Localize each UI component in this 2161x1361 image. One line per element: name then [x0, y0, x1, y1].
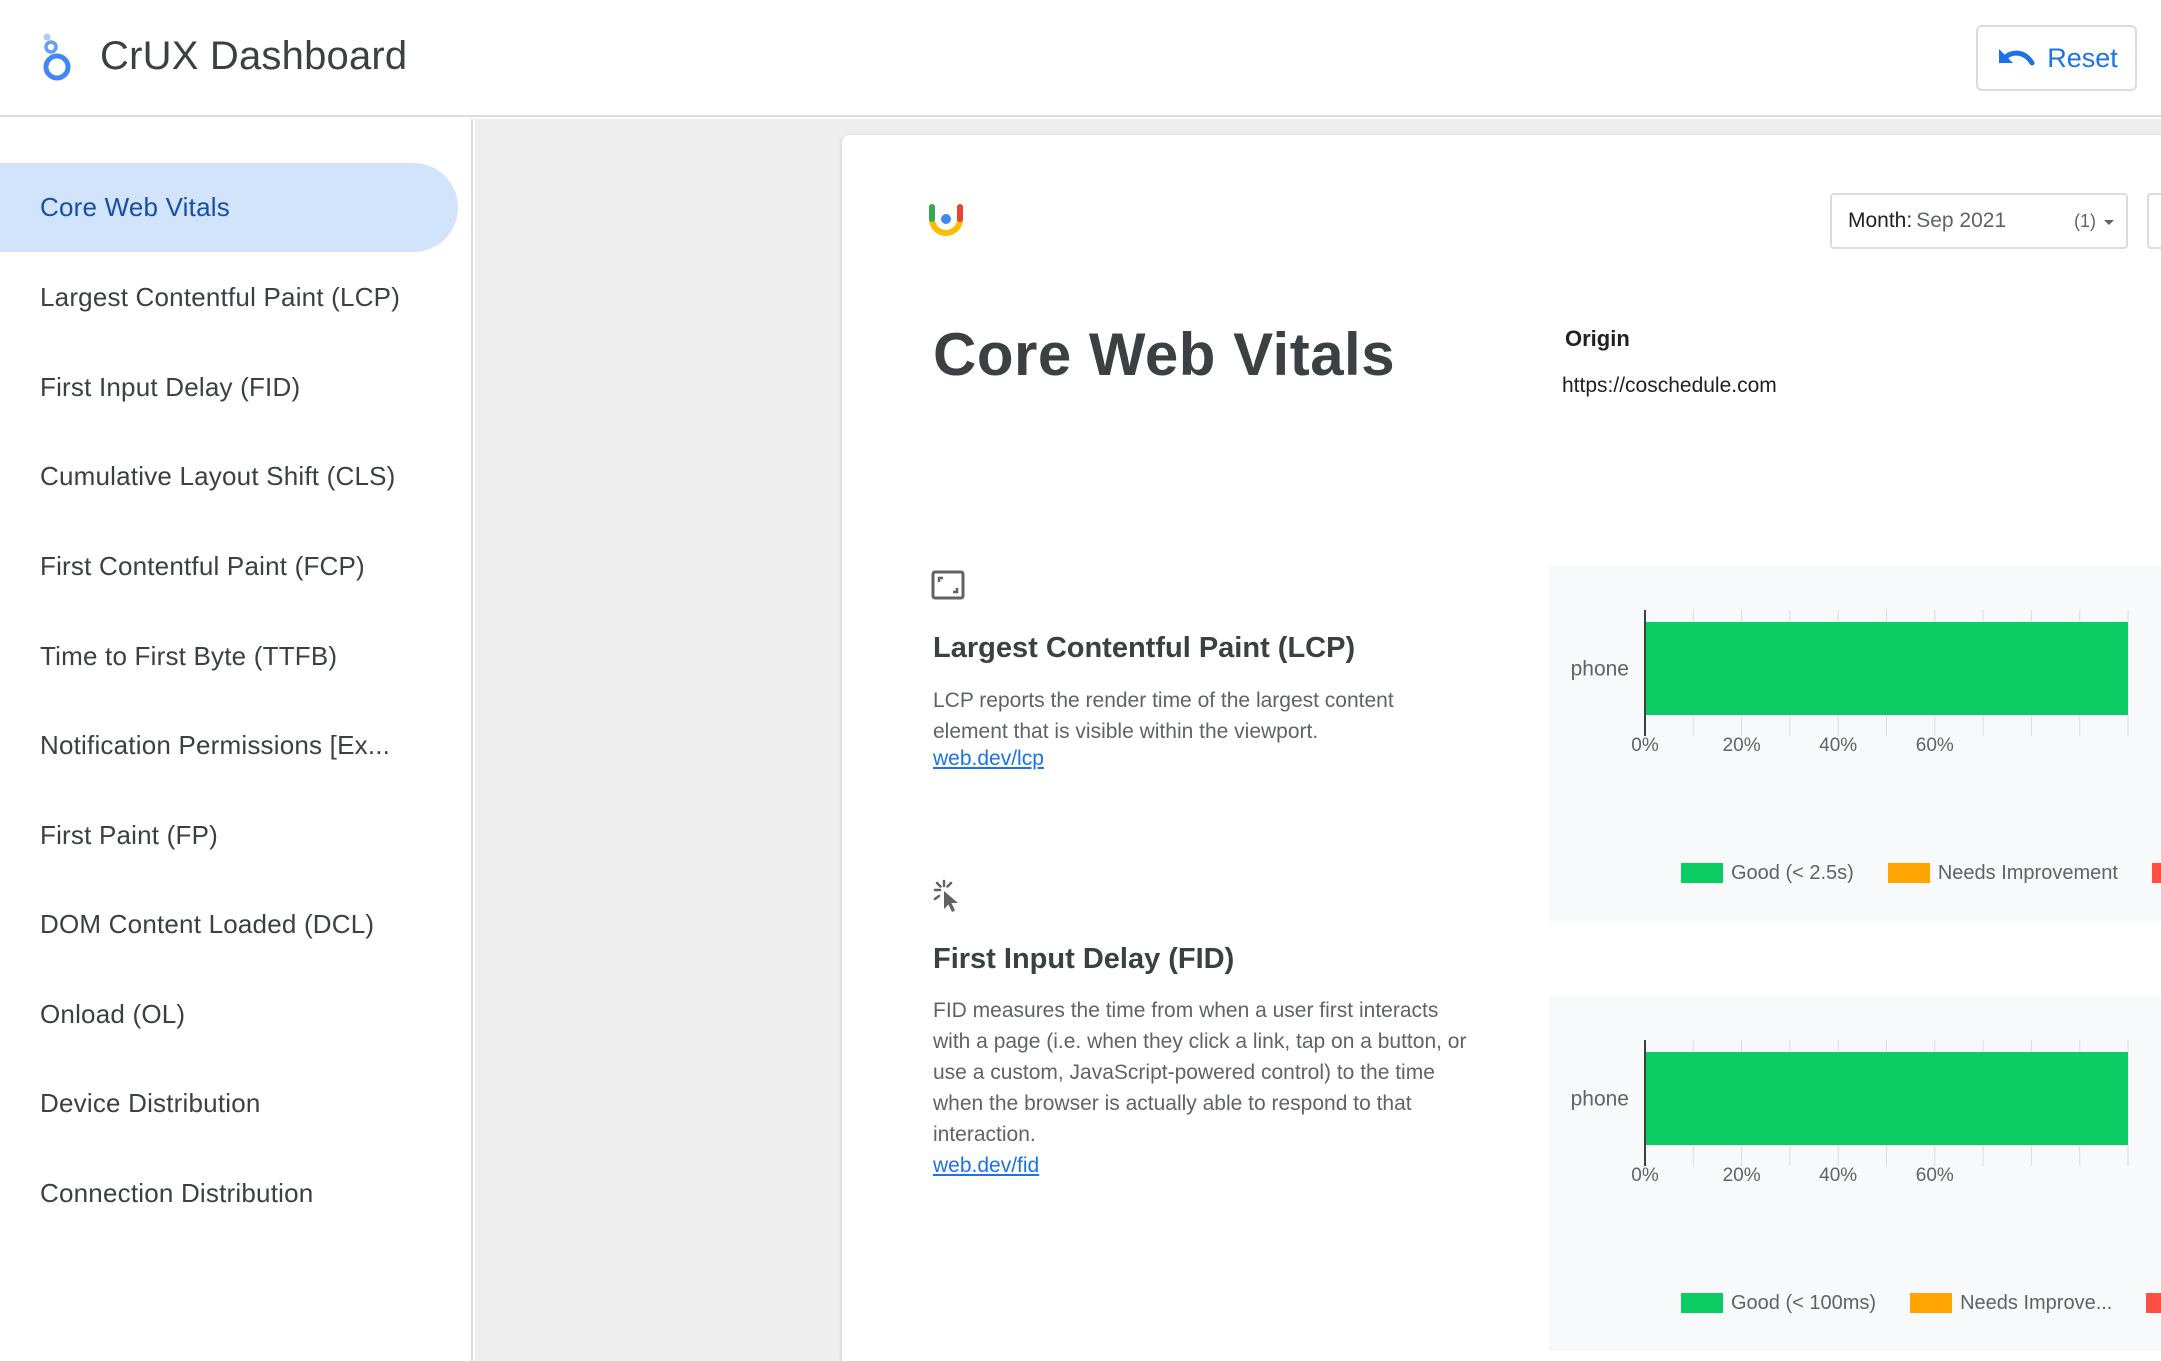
report-page: Month: Sep 2021 (1) Core Web Vitals Orig… [842, 135, 2161, 1361]
sidebar-item-lcp[interactable]: Largest Contentful Paint (LCP) [0, 253, 458, 342]
sidebar-item-label: First Input Delay (FID) [40, 372, 301, 402]
legend-swatch-good [1681, 863, 1723, 883]
looker-studio-logo-icon [43, 33, 71, 81]
fullscreen-frame-icon [931, 570, 965, 600]
legend-label-good: Good (< 100ms) [1731, 1291, 1877, 1314]
legend-swatch-needs-improvement [1887, 863, 1930, 883]
origin-value: https://coschedule.com [1562, 374, 1777, 397]
sidebar-item-fp[interactable]: First Paint (FP) [0, 791, 458, 880]
lcp-legend: Good (< 2.5s) Needs Improvement [1681, 858, 2161, 888]
sidebar-item-label: First Paint (FP) [40, 820, 218, 850]
fid-x-tick: 60% [1916, 1165, 1954, 1186]
sidebar-item-label: Device Distribution [40, 1088, 261, 1118]
origin-label: Origin [1565, 326, 1630, 351]
month-filter-control[interactable]: Month: Sep 2021 (1) [1830, 193, 2128, 249]
sidebar-item-label: Onload (OL) [40, 999, 186, 1029]
sidebar-item-label: Notification Permissions [Ex... [40, 730, 391, 760]
lcp-link[interactable]: web.dev/lcp [933, 747, 1044, 771]
sidebar-item-device-distribution[interactable]: Device Distribution [0, 1059, 458, 1148]
legend-swatch-poor [2146, 1293, 2161, 1313]
sidebar-nav: Core Web Vitals Largest Contentful Paint… [0, 119, 473, 1361]
legend-label-needs-improvement: Needs Improvement [1937, 861, 2118, 884]
legend-swatch-needs-improvement [1910, 1293, 1953, 1313]
lcp-x-tick: 40% [1819, 735, 1857, 756]
sidebar-item-fid[interactable]: First Input Delay (FID) [0, 343, 458, 432]
lcp-x-tick: 60% [1916, 735, 1954, 756]
sidebar-item-notification-permissions[interactable]: Notification Permissions [Ex... [0, 701, 458, 790]
sidebar-item-label: Connection Distribution [40, 1178, 314, 1208]
sidebar-item-fcp[interactable]: First Contentful Paint (FCP) [0, 522, 458, 611]
fid-title: First Input Delay (FID) [933, 943, 1235, 975]
fid-bar-good-phone [1645, 1052, 2128, 1145]
sidebar-item-dcl[interactable]: DOM Content Loaded (DCL) [0, 880, 458, 969]
report-title: Core Web Vitals [933, 321, 1396, 388]
lcp-title: Largest Contentful Paint (LCP) [933, 632, 1356, 664]
lcp-description: LCP reports the render time of the large… [933, 689, 1394, 743]
fid-x-tick: 0% [1631, 1165, 1659, 1186]
fid-category-label: phone [1571, 1088, 1629, 1111]
sidebar-item-onload[interactable]: Onload (OL) [0, 970, 458, 1059]
lcp-x-tick: 20% [1723, 735, 1761, 756]
lcp-category-label: phone [1571, 658, 1629, 681]
sidebar-item-label: Largest Contentful Paint (LCP) [40, 282, 401, 312]
dropdown-caret-icon [2104, 220, 2114, 225]
sidebar-item-core-web-vitals[interactable]: Core Web Vitals [0, 163, 458, 252]
sidebar-item-label: Cumulative Layout Shift (CLS) [40, 461, 396, 491]
lcp-bar-good-phone [1645, 622, 2128, 715]
reset-button[interactable]: Reset [1976, 25, 2137, 91]
sidebar-item-label: First Contentful Paint (FCP) [40, 551, 365, 581]
fid-chart: phone 0% 20% 40% 60% Good (< 100ms) Need… [1549, 996, 2161, 1351]
legend-item-good: Good (< 100ms) [1681, 1292, 1876, 1315]
month-filter-count: (1) [2074, 210, 2096, 231]
sidebar-item-ttfb[interactable]: Time to First Byte (TTFB) [0, 612, 458, 701]
crux-logo-icon [929, 204, 963, 236]
secondary-filter-control[interactable] [2147, 193, 2161, 249]
fid-x-tick: 20% [1723, 1165, 1761, 1186]
sidebar-item-label: DOM Content Loaded (DCL) [40, 909, 375, 939]
legend-label-needs-improvement: Needs Improve... [1960, 1291, 2113, 1314]
fid-description: FID measures the time from when a user f… [933, 999, 1467, 1146]
sidebar-item-label: Core Web Vitals [40, 192, 230, 222]
lcp-chart: phone 0% 20% 40% 60% Good (< 2.5s) Needs… [1549, 566, 2161, 921]
app-title: CrUX Dashboard [100, 34, 408, 78]
fid-x-tick: 40% [1819, 1165, 1857, 1186]
fid-legend: Good (< 100ms) Needs Improve... [1681, 1288, 2161, 1318]
sidebar-item-connection-distribution[interactable]: Connection Distribution [0, 1149, 458, 1238]
legend-item-needs-improvement: Needs Improvement [1887, 861, 2118, 885]
sidebar-item-label: Time to First Byte (TTFB) [40, 641, 338, 671]
legend-item-poor [2146, 1293, 2161, 1313]
sidebar-item-cls[interactable]: Cumulative Layout Shift (CLS) [0, 432, 458, 521]
fid-link[interactable]: web.dev/fid [933, 1154, 1039, 1178]
cursor-click-icon [933, 879, 958, 912]
legend-item-good: Good (< 2.5s) [1681, 862, 1854, 885]
legend-swatch-poor [2151, 863, 2161, 883]
legend-label-good: Good (< 2.5s) [1731, 861, 1854, 884]
legend-item-needs-improvement: Needs Improve... [1910, 1292, 2112, 1315]
undo-icon [1999, 49, 2035, 66]
reset-label: Reset [2047, 42, 2118, 73]
month-filter-label: Month: [1848, 209, 1913, 232]
month-filter-value: Sep 2021 [1916, 209, 2007, 232]
lcp-x-tick: 0% [1631, 735, 1659, 756]
top-app-bar: CrUX Dashboard Reset [0, 0, 2161, 117]
legend-swatch-good [1681, 1293, 1723, 1313]
legend-item-poor [2151, 863, 2161, 883]
